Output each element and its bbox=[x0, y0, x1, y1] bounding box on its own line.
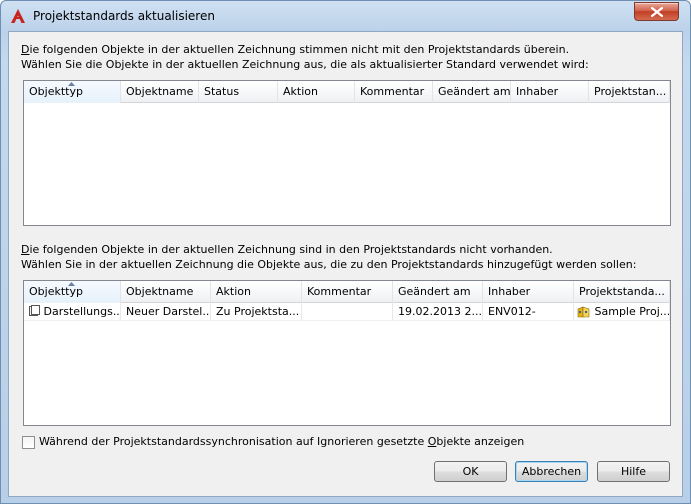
cell-objekttyp: Darstellungs... bbox=[24, 303, 121, 321]
title-bar[interactable]: Projektstandards aktualisieren bbox=[1, 1, 690, 31]
column-header-objekttyp[interactable]: Objekttyp bbox=[24, 281, 121, 303]
window-title: Projektstandards aktualisieren bbox=[33, 9, 215, 23]
nonconforming-objects-list[interactable]: Objekttyp Objektname Status Aktion Komme… bbox=[23, 80, 671, 226]
section2-instruction: Wählen Sie in der aktuellen Zeichnung di… bbox=[21, 258, 637, 271]
column-header-objektname[interactable]: Objektname bbox=[121, 81, 199, 103]
column-header-projektstandard[interactable]: Projektstan... bbox=[589, 81, 670, 103]
column-header-geaendert-am[interactable]: Geändert am bbox=[433, 81, 511, 103]
list-header: Objekttyp Objektname Aktion Kommentar Ge… bbox=[24, 281, 670, 303]
section1-description: Die folgenden Objekte in der aktuellen Z… bbox=[21, 43, 570, 56]
column-header-projektstandard[interactable]: Projektstanda... bbox=[574, 281, 670, 303]
column-header-status[interactable]: Status bbox=[199, 81, 278, 103]
column-header-objektname[interactable]: Objektname bbox=[121, 281, 211, 303]
ok-button[interactable]: OK bbox=[434, 461, 507, 482]
cell-aktion: Zu Projektsta... bbox=[211, 303, 302, 321]
column-header-aktion[interactable]: Aktion bbox=[211, 281, 302, 303]
cell-kommentar bbox=[302, 303, 393, 321]
close-icon bbox=[651, 7, 663, 17]
cancel-button[interactable]: Abbrechen bbox=[515, 461, 588, 482]
column-header-aktion[interactable]: Aktion bbox=[278, 81, 355, 103]
close-button[interactable] bbox=[634, 2, 679, 21]
sort-ascending-icon bbox=[68, 282, 75, 286]
cell-geaendert-am: 19.02.2013 2... bbox=[393, 303, 483, 321]
section2-description: Die folgenden Objekte in der aktuellen Z… bbox=[21, 243, 553, 256]
missing-objects-list[interactable]: Objekttyp Objektname Aktion Kommentar Ge… bbox=[23, 280, 671, 426]
column-header-inhaber[interactable]: Inhaber bbox=[511, 81, 589, 103]
show-ignored-objects-checkbox[interactable] bbox=[22, 436, 35, 449]
section1-instruction: Wählen Sie die Objekte in der aktuellen … bbox=[21, 58, 589, 71]
display-config-icon bbox=[29, 305, 40, 316]
autocad-icon bbox=[10, 8, 26, 24]
project-standard-icon bbox=[577, 306, 590, 318]
show-ignored-objects-label[interactable]: Während der Projektstandardssynchronisat… bbox=[39, 435, 524, 448]
sort-ascending-icon bbox=[68, 82, 75, 86]
cell-inhaber: ENV012- bbox=[483, 303, 574, 321]
cell-projektstandard: Sample Proj... bbox=[574, 303, 670, 321]
table-row[interactable]: Darstellungs... Neuer Darstel... Zu Proj… bbox=[24, 303, 670, 321]
column-header-kommentar[interactable]: Kommentar bbox=[302, 281, 393, 303]
cell-objektname: Neuer Darstel... bbox=[121, 303, 211, 321]
column-header-objekttyp[interactable]: Objekttyp bbox=[24, 81, 121, 103]
list-header: Objekttyp Objektname Status Aktion Komme… bbox=[24, 81, 670, 103]
dialog-client-area: Die folgenden Objekte in der aktuellen Z… bbox=[8, 31, 683, 497]
help-button[interactable]: Hilfe bbox=[597, 461, 670, 482]
column-header-inhaber[interactable]: Inhaber bbox=[483, 281, 574, 303]
column-header-geaendert-am[interactable]: Geändert am bbox=[393, 281, 483, 303]
column-header-kommentar[interactable]: Kommentar bbox=[355, 81, 433, 103]
dialog-window: Projektstandards aktualisieren Die folge… bbox=[0, 0, 691, 504]
